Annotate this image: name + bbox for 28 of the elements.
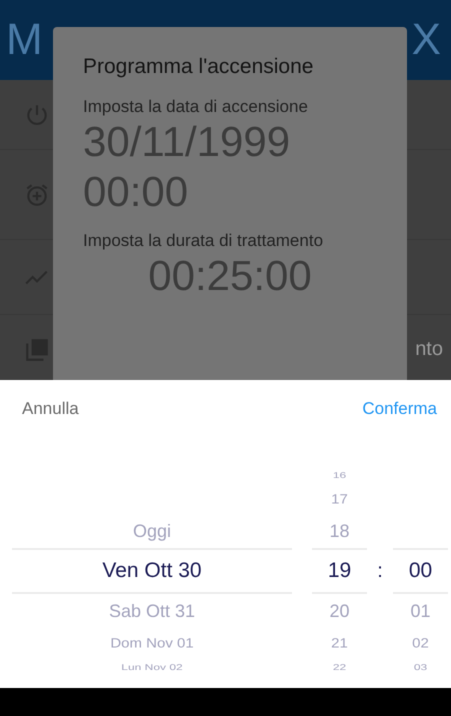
menu-label: nto (415, 338, 443, 361)
wheel-option[interactable]: Dom Nov 01 (110, 635, 194, 651)
wheel-option[interactable]: 01 (410, 600, 431, 622)
app-title: M (6, 16, 43, 64)
cancel-button[interactable]: Annulla (22, 395, 79, 423)
wheel-option[interactable]: 18 (329, 520, 350, 542)
duration-label: Imposta la durata di trattamento (83, 231, 324, 251)
wheel-option[interactable]: 00 (408, 559, 432, 583)
duration-value[interactable]: 00:25:00 (83, 251, 377, 301)
app-title: X (412, 16, 441, 64)
wheel-option[interactable]: 20 (329, 600, 350, 622)
wheel-option[interactable]: 03 (414, 662, 428, 672)
wheel-option[interactable]: 22 (332, 662, 346, 672)
dialog-title: Programma l'accensione (83, 55, 314, 79)
wheel-option[interactable]: 21 (331, 635, 348, 651)
wheel-option[interactable]: Ven Ott 30 (102, 559, 202, 583)
date-label: Imposta la data di accensione (83, 97, 309, 117)
wheel-option[interactable]: 02 (412, 635, 429, 651)
wheel-option[interactable]: 16 (332, 470, 346, 480)
wheel-option[interactable]: 17 (331, 491, 348, 507)
time-value[interactable]: 00:00 (83, 167, 377, 217)
wheel-option[interactable]: Oggi (132, 520, 172, 542)
wheel-option[interactable]: 19 (328, 559, 352, 583)
wheel-option[interactable]: Sab Ott 31 (108, 600, 196, 622)
wheel-option[interactable]: Lun Nov 02 (121, 662, 183, 672)
date-value[interactable]: 30/11/1999 (83, 117, 377, 167)
confirm-button[interactable]: Conferma (362, 395, 437, 423)
time-separator: : (377, 560, 383, 582)
